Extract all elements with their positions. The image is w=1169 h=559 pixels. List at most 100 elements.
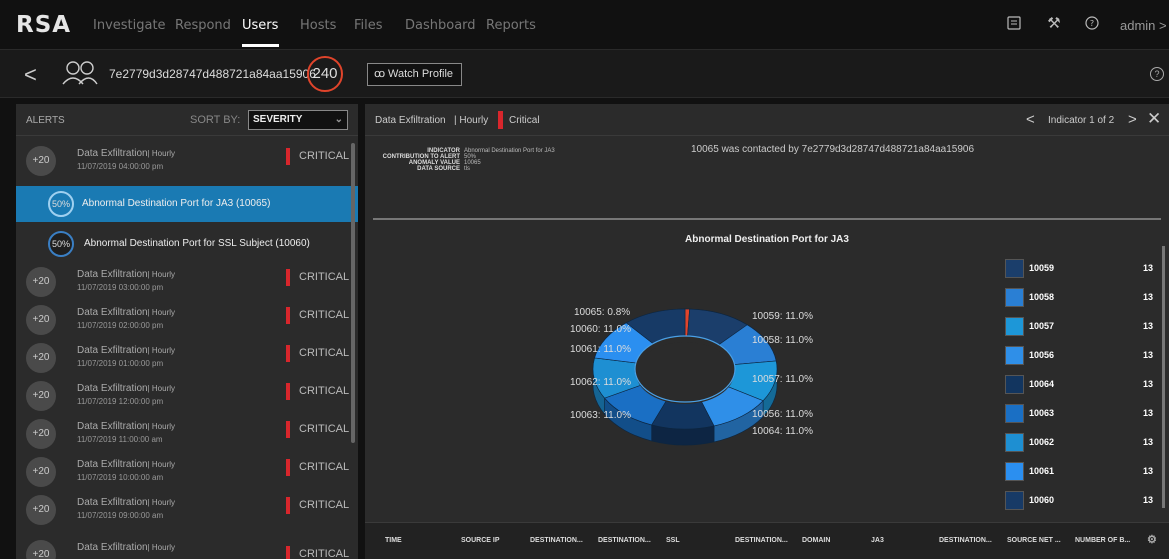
legend-count: 13 <box>1142 495 1153 505</box>
legend-label: 10060 <box>1029 495 1055 505</box>
slice-label: 10060: 11.0% <box>570 324 631 335</box>
alert-title: Data Exfiltration| Hourly <box>77 383 175 394</box>
watch-profile-button[interactable]: ꝏ Watch Profile <box>367 63 462 86</box>
sort-value: SEVERITY <box>253 114 303 125</box>
indicator-item-selected[interactable]: 50% Abnormal Destination Port for JA3 (1… <box>16 186 358 222</box>
events-table-header: TIME SOURCE IP DESTINATION... DESTINATIO… <box>365 522 1169 559</box>
chevron-down-icon: ⌄ <box>334 114 343 125</box>
alert-time: 11/07/2019 12:00:00 pm <box>77 397 164 406</box>
tools-icon[interactable]: ⚒ <box>1045 15 1063 33</box>
alerts-title: ALERTS <box>26 115 65 126</box>
indicator-item[interactable]: 50% Abnormal Destination Port for SSL Su… <box>16 226 358 262</box>
legend-label: 10056 <box>1029 350 1055 360</box>
alert-item[interactable]: +20 Data Exfiltration| Hourly 11/07/2019… <box>16 453 350 491</box>
sort-select[interactable]: SEVERITY ⌄ <box>248 110 348 130</box>
legend-item[interactable]: 10063 13 <box>1003 404 1163 424</box>
chart-scrollbar[interactable] <box>1162 246 1165 508</box>
alert-name: Data Exfiltration <box>77 542 148 553</box>
rsa-logo[interactable]: RSA <box>16 12 71 38</box>
col-destination[interactable]: DESTINATION... <box>735 537 788 544</box>
legend-item[interactable]: 10061 13 <box>1003 462 1163 482</box>
nav-files[interactable]: Files <box>354 18 383 33</box>
legend-item[interactable]: 10058 13 <box>1003 288 1163 308</box>
col-domain[interactable]: DOMAIN <box>802 537 830 544</box>
col-source-ip[interactable]: SOURCE IP <box>461 537 500 544</box>
alert-name: Data Exfiltration <box>77 307 148 318</box>
help-icon[interactable]: ? <box>1083 15 1101 33</box>
nav-reports[interactable]: Reports <box>486 18 536 33</box>
severity-badge: CRITICAL <box>286 497 349 514</box>
alert-score-badge: +20 <box>26 381 56 411</box>
legend-label: 10062 <box>1029 437 1055 447</box>
col-ja3[interactable]: JA3 <box>871 537 884 544</box>
slice-label: 10065: 0.8% <box>574 307 631 318</box>
alert-frequency: | Hourly <box>147 149 176 158</box>
alerts-header: ALERTS SORT BY: SEVERITY ⌄ <box>16 104 358 136</box>
settings-gear-icon[interactable]: ⚙ <box>1147 533 1157 546</box>
indicator-label: Abnormal Destination Port for SSL Subjec… <box>84 238 310 249</box>
alert-time: 11/07/2019 04:00:00 pm <box>77 162 164 171</box>
alert-item[interactable]: +20 Data Exfiltration| Hourly 11/07/2019… <box>16 415 350 453</box>
alert-title: Data Exfiltration| Hourly <box>77 459 175 470</box>
help-icon[interactable]: ? <box>1150 67 1164 81</box>
alert-frequency: | Hourly <box>147 346 176 355</box>
col-number-of-bytes[interactable]: NUMBER OF B... <box>1075 537 1130 544</box>
alert-title: Data Exfiltration| Hourly <box>77 421 175 432</box>
severity-badge: CRITICAL <box>286 269 349 286</box>
alerts-panel: ALERTS SORT BY: SEVERITY ⌄ +20 Data Exfil… <box>16 104 358 559</box>
alert-frequency: | Hourly <box>147 460 176 469</box>
legend-label: 10058 <box>1029 292 1055 302</box>
legend-swatch <box>1005 346 1024 365</box>
alert-item[interactable]: +20 Data Exfiltration| Hourly 11/07/2019… <box>16 142 350 180</box>
alert-time: 11/07/2019 09:00:00 am <box>77 511 164 520</box>
alert-item[interactable]: +20 Data Exfiltration| Hourly 11/07/2019… <box>16 491 350 529</box>
alert-title: Data Exfiltration| Hourly <box>77 307 175 318</box>
legend-item[interactable]: 10057 13 <box>1003 317 1163 337</box>
legend-label: 10064 <box>1029 379 1055 389</box>
alert-item[interactable]: +20 Data Exfiltration| Hourly 11/07/2019… <box>16 339 350 377</box>
legend-swatch <box>1005 404 1024 423</box>
alerts-scrollbar[interactable] <box>351 143 355 443</box>
legend-swatch <box>1005 375 1024 394</box>
col-source-net[interactable]: SOURCE NET ... <box>1007 537 1061 544</box>
alert-score-badge: +20 <box>26 495 56 525</box>
nav-respond[interactable]: Respond <box>175 18 231 33</box>
slice-label: 10062: 11.0% <box>570 377 631 388</box>
alert-name: Data Exfiltration <box>77 148 148 159</box>
alert-name: Data Exfiltration <box>77 269 148 280</box>
legend-item[interactable]: 10064 13 <box>1003 375 1163 395</box>
legend-item[interactable]: 10060 13 <box>1003 491 1163 511</box>
alert-score-badge: +20 <box>26 419 56 449</box>
legend-item[interactable]: 10062 13 <box>1003 433 1163 453</box>
legend-count: 13 <box>1142 321 1153 331</box>
sort-by-label: SORT BY: <box>190 114 241 126</box>
legend-label: 10057 <box>1029 321 1055 331</box>
contribution-ring: 50% <box>48 231 74 257</box>
nav-hosts[interactable]: Hosts <box>300 18 336 33</box>
watch-profile-label: Watch Profile <box>388 68 454 80</box>
severity-badge: CRITICAL <box>286 148 349 165</box>
legend-item[interactable]: 10059 13 <box>1003 259 1163 279</box>
col-destination[interactable]: DESTINATION... <box>598 537 651 544</box>
col-destination[interactable]: DESTINATION... <box>939 537 992 544</box>
col-time[interactable]: TIME <box>385 537 402 544</box>
alert-item[interactable]: +20 Data Exfiltration| Hourly 11/07/2019… <box>16 263 350 301</box>
col-ssl[interactable]: SSL <box>666 537 680 544</box>
slice-label: 10058: 11.0% <box>752 335 813 346</box>
alert-item[interactable]: +20 Data Exfiltration| Hourly 11/07/2019… <box>16 377 350 415</box>
col-destination[interactable]: DESTINATION... <box>530 537 583 544</box>
alert-title: Data Exfiltration| Hourly <box>77 345 175 356</box>
nav-investigate[interactable]: Investigate <box>93 18 166 33</box>
alert-item[interactable]: +20 Data Exfiltration| Hourly 11/07/2019… <box>16 301 350 339</box>
severity-badge: CRITICAL <box>286 546 349 559</box>
user-menu[interactable]: admin > <box>1120 18 1167 33</box>
back-chevron-icon[interactable]: < <box>24 62 37 88</box>
notes-icon[interactable] <box>1005 15 1023 33</box>
legend-count: 13 <box>1142 437 1153 447</box>
nav-dashboard[interactable]: Dashboard <box>405 18 476 33</box>
nav-users[interactable]: Users <box>242 18 278 33</box>
top-nav-bar: RSA Investigate Respond Users Hosts File… <box>0 0 1169 50</box>
legend-item[interactable]: 10056 13 <box>1003 346 1163 366</box>
alert-score-badge: +20 <box>26 267 56 297</box>
alert-item[interactable]: +20 Data Exfiltration| Hourly CRITICAL <box>16 536 350 559</box>
